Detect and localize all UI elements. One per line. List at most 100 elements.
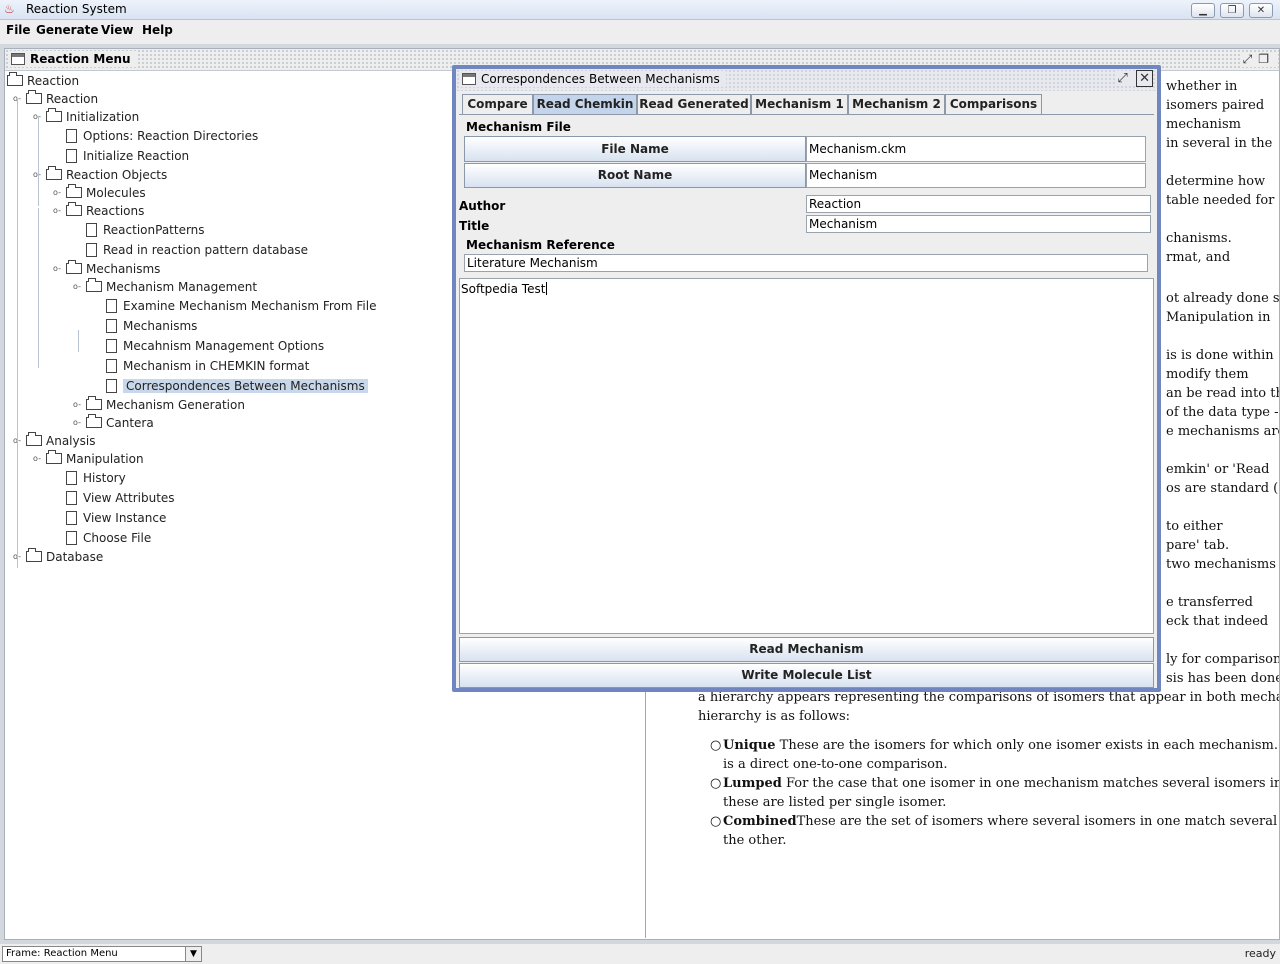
- tree-folder-node[interactable]: o- Initialization: [33, 108, 139, 126]
- tree-node-label: Correspondences Between Mechanisms: [123, 379, 368, 393]
- tree-node-label: Reaction: [46, 92, 99, 106]
- bullet-icon: ○: [710, 738, 722, 753]
- tree-folder-node[interactable]: o- Database: [13, 548, 104, 566]
- bullet-text: These are the isomers for which only one…: [779, 738, 1279, 753]
- tab-read-generated[interactable]: Read Generated: [637, 94, 751, 114]
- help-text-fragment: e mechanisms are: [1166, 424, 1279, 439]
- frame-select[interactable]: Frame: Reaction Menu ▼: [2, 946, 202, 962]
- root-name-button[interactable]: Root Name: [464, 163, 806, 188]
- tab-mechanism-1[interactable]: Mechanism 1: [751, 94, 848, 114]
- tree-leaf-node[interactable]: Mecahnism Management Options: [106, 337, 324, 355]
- text-caret: [546, 282, 548, 295]
- tree-leaf-node[interactable]: Mechanisms: [106, 317, 197, 335]
- tab-mechanism-2[interactable]: Mechanism 2: [848, 94, 945, 114]
- menu-generate[interactable]: Generate: [36, 23, 99, 37]
- tree-leaf-node[interactable]: Examine Mechanism Mechanism From File: [106, 297, 376, 315]
- tree-leaf-node[interactable]: ReactionPatterns: [86, 221, 205, 239]
- tab-comparisons[interactable]: Comparisons: [945, 94, 1042, 114]
- correspondences-title: Correspondences Between Mechanisms: [481, 72, 720, 86]
- help-text-fragment: eck that indeed: [1166, 614, 1269, 629]
- tree-toggle-icon[interactable]: o-: [32, 450, 42, 468]
- tree-toggle-icon[interactable]: o-: [32, 108, 42, 126]
- tree-toggle-icon[interactable]: o-: [72, 278, 82, 296]
- file-name-button[interactable]: File Name: [464, 136, 806, 162]
- tree-leaf-node[interactable]: Correspondences Between Mechanisms: [106, 377, 368, 395]
- tree-connector-line: [38, 116, 39, 206]
- author-field[interactable]: Reaction: [806, 195, 1151, 213]
- tree-folder-node[interactable]: o- Analysis: [13, 432, 95, 450]
- tab-compare[interactable]: Compare: [462, 94, 533, 114]
- tree-node-label: View Attributes: [83, 491, 175, 505]
- tree-node-label: Mecahnism Management Options: [123, 339, 325, 353]
- tree-folder-node[interactable]: Reaction: [7, 72, 79, 90]
- chevron-down-icon[interactable]: ▼: [185, 947, 201, 961]
- folder-icon: [66, 202, 82, 216]
- reaction-menu-title: Reaction Menu: [30, 52, 131, 66]
- frame-controls[interactable]: ⤢❐: [1240, 52, 1277, 67]
- tree-connector-line: [78, 330, 79, 352]
- tree-folder-node[interactable]: o- Manipulation: [33, 450, 144, 468]
- help-text-fragment: mechanism: [1166, 117, 1241, 132]
- tree-toggle-icon[interactable]: o-: [72, 396, 82, 414]
- tree-toggle-icon[interactable]: o-: [52, 202, 62, 220]
- document-icon: [86, 243, 97, 257]
- tree-connector-line: [38, 208, 39, 368]
- write-molecule-list-button[interactable]: Write Molecule List: [459, 663, 1154, 688]
- help-text-fragment: two mechanisms: [1166, 557, 1276, 572]
- tree-toggle-icon[interactable]: o-: [52, 184, 62, 202]
- document-icon: [66, 149, 77, 163]
- tree-folder-node[interactable]: o- Molecules: [53, 184, 146, 202]
- file-name-field[interactable]: Mechanism.ckm: [806, 136, 1146, 162]
- close-icon[interactable]: ✕: [1136, 70, 1153, 87]
- bullet-term: Unique: [723, 738, 776, 753]
- tree-leaf-node[interactable]: View Instance: [66, 509, 166, 527]
- iconify-icon[interactable]: ⤢: [1243, 52, 1259, 66]
- help-text-fragment: os are standard (so: [1166, 481, 1279, 496]
- iconify-icon[interactable]: ⤢: [1117, 71, 1127, 86]
- tree-leaf-node[interactable]: Options: Reaction Directories: [66, 127, 258, 145]
- bullet-line: CombinedThese are the set of isomers whe…: [723, 812, 1279, 831]
- document-icon: [106, 339, 117, 353]
- bullet-line: Unique These are the isomers for which o…: [723, 736, 1279, 755]
- tree-folder-node[interactable]: o- Reactions: [53, 202, 144, 220]
- tree-node-label: Database: [46, 550, 104, 564]
- tree-folder-node[interactable]: o- Mechanisms: [53, 260, 160, 278]
- read-mechanism-button[interactable]: Read Mechanism: [459, 637, 1154, 662]
- tree-toggle-icon[interactable]: o-: [72, 414, 82, 432]
- help-text-fragment: e transferred: [1166, 595, 1254, 610]
- help-text-fragment: chanisms.: [1166, 231, 1232, 246]
- title-field[interactable]: Mechanism: [806, 215, 1151, 233]
- tree-node-label: Mechanism Management: [106, 280, 258, 294]
- tree-folder-node[interactable]: o- Reaction: [13, 90, 99, 108]
- root-name-field[interactable]: Mechanism: [806, 163, 1146, 188]
- tree-toggle-icon[interactable]: o-: [52, 260, 62, 278]
- help-text-fragment: whether in: [1166, 79, 1238, 94]
- tree-toggle-icon[interactable]: o-: [32, 166, 42, 184]
- notes-textarea[interactable]: Softpedia Test: [459, 278, 1154, 634]
- tree-leaf-node[interactable]: Mechanism in CHEMKIN format: [106, 357, 309, 375]
- folder-icon: [46, 166, 62, 180]
- tree-leaf-node[interactable]: Read in reaction pattern database: [86, 241, 308, 259]
- minimize-button[interactable]: ▁: [1191, 3, 1215, 18]
- correspondences-titlebar[interactable]: Correspondences Between Mechanisms ⤢ ✕: [456, 69, 1157, 91]
- folder-icon: [66, 260, 82, 274]
- frame-select-value: Frame: Reaction Menu: [6, 948, 118, 959]
- maximize-icon[interactable]: ❐: [1258, 52, 1275, 66]
- tree-leaf-node[interactable]: History: [66, 469, 126, 487]
- help-text-fragment: in several in the: [1166, 136, 1273, 151]
- menu-file[interactable]: File: [6, 23, 31, 37]
- tree-folder-node[interactable]: o- Mechanism Generation: [73, 396, 245, 414]
- tree-leaf-node[interactable]: View Attributes: [66, 489, 175, 507]
- tree-folder-node[interactable]: o- Reaction Objects: [33, 166, 167, 184]
- tree-leaf-node[interactable]: Initialize Reaction: [66, 147, 189, 165]
- mechanism-reference-field[interactable]: Literature Mechanism: [464, 254, 1148, 272]
- tree-folder-node[interactable]: o- Mechanism Management: [73, 278, 258, 296]
- menu-help[interactable]: Help: [142, 23, 173, 37]
- tree-leaf-node[interactable]: Choose File: [66, 529, 151, 547]
- tab-read-chemkin[interactable]: Read Chemkin: [533, 94, 637, 114]
- close-button[interactable]: ✕: [1249, 3, 1273, 18]
- maximize-button[interactable]: ❐: [1220, 3, 1244, 18]
- tree-folder-node[interactable]: o- Cantera: [73, 414, 154, 432]
- menu-view[interactable]: View: [101, 23, 133, 37]
- document-icon: [106, 299, 117, 313]
